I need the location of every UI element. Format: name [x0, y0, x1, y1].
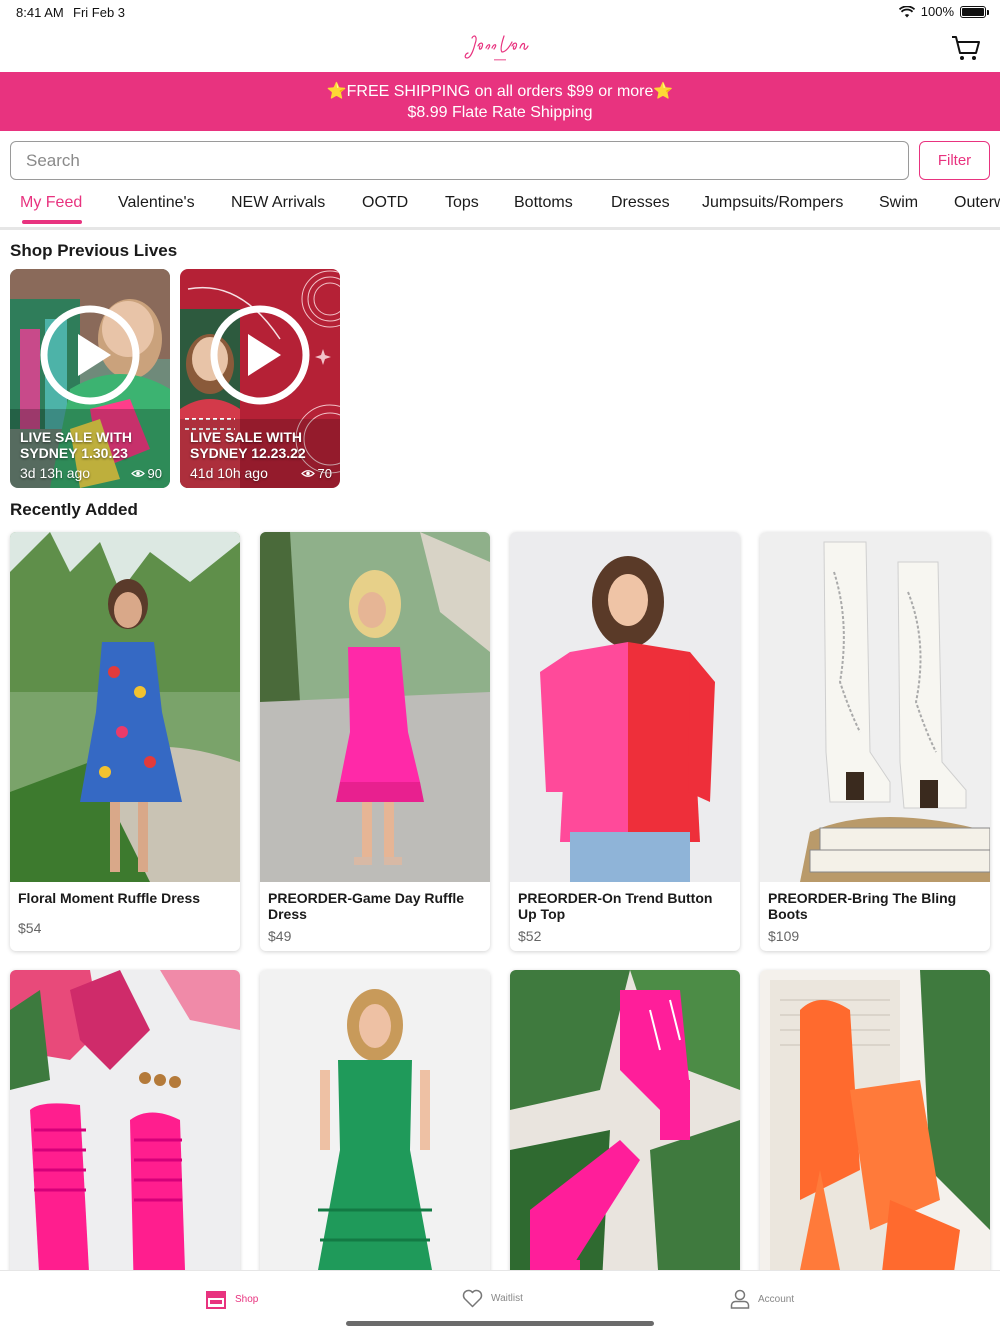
- wifi-icon: [898, 5, 915, 17]
- star-icon: ⭐: [326, 83, 347, 100]
- views-count: 90: [147, 466, 162, 481]
- product-image: [760, 970, 990, 1280]
- status-time: 8:41 AM: [16, 5, 64, 20]
- tab-bottoms[interactable]: Bottoms: [514, 194, 573, 212]
- status-date: Fri Feb 3: [73, 5, 126, 20]
- active-tab-indicator: [22, 220, 82, 224]
- battery-percent: 100%: [920, 4, 954, 19]
- product-name: PREORDER-Bring The Bling Boots: [768, 890, 957, 922]
- product-card[interactable]: [510, 970, 740, 1280]
- product-price: $109: [768, 928, 800, 944]
- product-image: [760, 532, 990, 882]
- live-age: 41d 10h ago: [190, 465, 268, 481]
- promo-banner[interactable]: ⭐FREE SHIPPING on all orders $99 or more…: [0, 72, 1000, 131]
- eye-icon: [300, 470, 315, 477]
- tab-swim[interactable]: Swim: [879, 194, 918, 212]
- store-icon: [206, 1291, 226, 1309]
- product-price: $54: [18, 920, 42, 936]
- live-replay-card[interactable]: LIVE SALE WITH SYDNEY 12.23.22 41d 10h a…: [180, 269, 340, 488]
- tab-bar-shop[interactable]: Shop: [205, 1289, 258, 1309]
- tab-bar-account[interactable]: Account: [730, 1289, 794, 1309]
- tab-new-arrivals[interactable]: NEW Arrivals: [231, 194, 325, 212]
- eye-icon: [130, 470, 145, 477]
- heart-icon: [462, 1289, 483, 1308]
- product-card[interactable]: [760, 970, 990, 1280]
- tab-bar-waitlist-label: Waitlist: [491, 1293, 523, 1304]
- product-card[interactable]: PREORDER-Bring The Bling Boots $109: [760, 532, 990, 951]
- product-image: [260, 970, 490, 1280]
- battery-fill: [962, 7, 984, 16]
- product-name: Floral Moment Ruffle Dress: [18, 890, 201, 906]
- live-replay-card[interactable]: LIVE SALE WITH SYDNEY 1.30.23 3d 13h ago…: [10, 269, 170, 488]
- views-count: 70: [317, 466, 332, 481]
- previous-lives-title: Shop Previous Lives: [10, 241, 178, 260]
- product-name: PREORDER-Game Day Ruffle Dress: [268, 890, 465, 922]
- product-price: $49: [268, 928, 292, 944]
- product-image: [10, 532, 240, 882]
- brand-logo[interactable]: [460, 28, 540, 68]
- product-card[interactable]: PREORDER-Game Day Ruffle Dress $49: [260, 532, 490, 951]
- home-indicator[interactable]: [346, 1321, 654, 1326]
- live-age: 3d 13h ago: [20, 465, 91, 481]
- product-card[interactable]: Floral Moment Ruffle Dress $54: [10, 532, 240, 951]
- tab-tops[interactable]: Tops: [445, 194, 479, 212]
- category-tabs: My Feed Valentine's NEW Arrivals OOTD To…: [0, 188, 1000, 230]
- tab-outerwear[interactable]: Outerw: [954, 194, 1000, 212]
- recently-added-title: Recently Added: [10, 500, 138, 519]
- tab-ootd[interactable]: OOTD: [362, 194, 408, 212]
- filter-button[interactable]: Filter: [919, 141, 990, 180]
- status-bar: 8:41 AM Fri Feb 3 100%: [0, 0, 1000, 24]
- live-views: 90: [130, 466, 162, 481]
- promo-line-1: FREE SHIPPING on all orders $99 or more: [346, 83, 654, 100]
- promo-line-2: $8.99 Flate Rate Shipping: [407, 104, 593, 121]
- search-input[interactable]: [10, 141, 909, 180]
- tab-my-feed[interactable]: My Feed: [20, 194, 82, 212]
- status-indicators: 100%: [898, 4, 989, 19]
- live-title: LIVE SALE WITH SYDNEY 1.30.23: [20, 429, 132, 461]
- tab-bar-waitlist[interactable]: Waitlist: [462, 1289, 523, 1308]
- cart-icon[interactable]: [950, 32, 982, 64]
- tab-jumpsuits-rompers[interactable]: Jumpsuits/Rompers: [702, 194, 843, 212]
- tab-dresses[interactable]: Dresses: [611, 194, 670, 212]
- play-icon[interactable]: [209, 304, 311, 406]
- product-price: $52: [518, 928, 542, 944]
- live-views: 70: [300, 466, 332, 481]
- product-card[interactable]: [10, 970, 240, 1280]
- product-image: [10, 970, 240, 1280]
- tab-bar-shop-label: Shop: [235, 1293, 259, 1305]
- battery-icon: [960, 5, 989, 18]
- product-image: [510, 970, 740, 1280]
- star-icon: ⭐: [653, 83, 674, 100]
- product-card[interactable]: [260, 970, 490, 1280]
- tab-valentines[interactable]: Valentine's: [118, 194, 195, 212]
- live-title: LIVE SALE WITH SYDNEY 12.23.22: [190, 429, 306, 461]
- product-name: PREORDER-On Trend Button Up Top: [518, 890, 713, 922]
- tab-bar-account-label: Account: [758, 1293, 795, 1305]
- play-icon[interactable]: [39, 304, 141, 406]
- account-icon: [730, 1289, 750, 1309]
- app-header: [0, 24, 1000, 72]
- product-image: [260, 532, 490, 882]
- product-image: [510, 532, 740, 882]
- product-card[interactable]: PREORDER-On Trend Button Up Top $52: [510, 532, 740, 951]
